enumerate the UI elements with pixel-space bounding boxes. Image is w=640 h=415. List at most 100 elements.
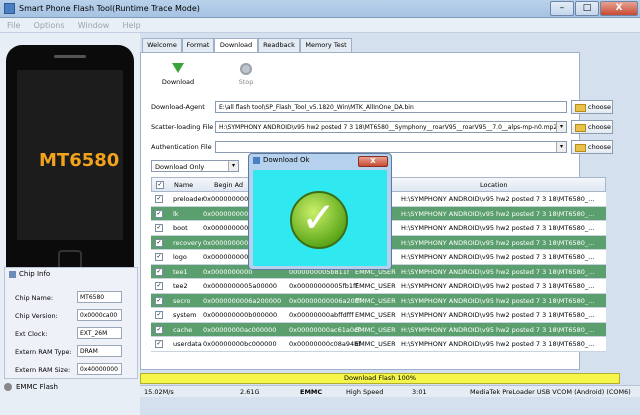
- cell-loc: H:\SYMPHONY ANDROID\v95 hw2 posted 7 3 1…: [401, 224, 595, 232]
- ram-size-value: 0x40000000: [77, 363, 122, 375]
- stop-button[interactable]: Stop: [229, 63, 263, 86]
- dialog-body: ✓: [253, 170, 387, 266]
- tab-memory-test[interactable]: Memory Test: [300, 38, 352, 52]
- cell-name: preloader: [173, 195, 205, 203]
- choose-label: choose: [588, 143, 612, 151]
- table-row[interactable]: ✓ cache 0x00000000ac000000 0x00000000ac61a0…: [151, 322, 606, 337]
- chevron-down-icon[interactable]: ▾: [556, 142, 566, 152]
- chip-info-title: Chip Info: [19, 270, 51, 278]
- ram-type-value: DRAM: [77, 345, 122, 357]
- row-checkbox[interactable]: ✓: [155, 325, 163, 334]
- choose-auth-button[interactable]: choose: [571, 140, 613, 154]
- tab-download[interactable]: Download: [214, 38, 258, 53]
- cell-end: 0x00000000ac61a0cf: [289, 325, 360, 334]
- tab-welcome[interactable]: Welcome: [142, 38, 182, 52]
- choose-label: choose: [588, 103, 612, 111]
- row-checkbox[interactable]: ✓: [155, 209, 163, 218]
- scatter-label: Scatter-loading File: [151, 123, 214, 131]
- stop-icon: [240, 63, 252, 75]
- dialog-close-button[interactable]: X: [358, 156, 388, 167]
- folder-icon: [575, 124, 586, 132]
- cell-loc: H:\SYMPHONY ANDROID\v95 hw2 posted 7 3 1…: [401, 340, 595, 348]
- title-bar: Smart Phone Flash Tool(Runtime Trace Mod…: [0, 0, 640, 18]
- download-mode-select[interactable]: Download Only ▾: [151, 160, 239, 172]
- cell-loc: H:\SYMPHONY ANDROID\v95 hw2 posted 7 3 1…: [401, 209, 595, 218]
- close-button[interactable]: X: [600, 1, 638, 16]
- download-ok-dialog: Download Ok X ✓: [248, 153, 392, 270]
- chip-version-label: Chip Version:: [15, 312, 58, 320]
- status-mode: High Speed: [346, 388, 384, 396]
- row-checkbox[interactable]: ✓: [155, 253, 163, 261]
- table-row[interactable]: ✓ secro 0x0000000006a200000 0x00000000006a2…: [151, 293, 606, 308]
- cell-loc: H:\SYMPHONY ANDROID\v95 hw2 posted 7 3 1…: [401, 267, 595, 276]
- maximize-button[interactable]: □: [575, 1, 599, 16]
- cell-loc: H:\SYMPHONY ANDROID\v95 hw2 posted 7 3 1…: [401, 296, 595, 305]
- ext-clock-label: Ext Clock:: [15, 330, 48, 338]
- menu-options[interactable]: Options: [34, 21, 65, 30]
- cell-name: logo: [173, 253, 187, 261]
- scatter-field[interactable]: H:\SYMPHONY ANDROID\v95 hw2 posted 7 3 1…: [215, 121, 567, 133]
- chip-icon: [9, 270, 16, 278]
- cell-begin: 0x0000000006a200000: [203, 296, 282, 305]
- cell-loc: H:\SYMPHONY ANDROID\v95 hw2 posted 7 3 1…: [401, 253, 595, 261]
- tab-readback[interactable]: Readback: [258, 38, 300, 52]
- table-row[interactable]: ✓ tee2 0x0000000005a00000 0x00000000005fb1f…: [151, 279, 606, 294]
- cell-name: userdata: [173, 340, 202, 348]
- table-row[interactable]: ✓ userdata 0x00000000bc000000 0x00000000c08…: [151, 337, 606, 352]
- chevron-down-icon[interactable]: ▾: [556, 122, 566, 132]
- status-speed: 15.02M/s: [144, 388, 174, 396]
- menu-help[interactable]: Help: [123, 21, 141, 30]
- cell-loc: H:\SYMPHONY ANDROID\v95 hw2 posted 7 3 1…: [401, 195, 595, 203]
- table-row[interactable]: ✓ system 0x000000000b000000 0x00000000abffd…: [151, 308, 606, 323]
- menu-file[interactable]: File: [7, 21, 20, 30]
- cell-begin: 0x0000000000: [203, 224, 253, 232]
- cell-loc: H:\SYMPHONY ANDROID\v95 hw2 posted 7 3 1…: [401, 311, 595, 319]
- cell-name: secro: [173, 296, 191, 305]
- auth-field[interactable]: ▾: [215, 141, 567, 153]
- cell-name: cache: [173, 325, 193, 334]
- chip-name-value: MT6580: [77, 291, 122, 303]
- download-button[interactable]: Download: [161, 63, 195, 86]
- row-checkbox[interactable]: ✓: [155, 195, 163, 203]
- phone-screen: MT6580: [17, 70, 123, 240]
- cell-begin: 0x0000000005a00000: [203, 282, 277, 290]
- row-checkbox[interactable]: ✓: [155, 267, 163, 276]
- download-agent-field[interactable]: E:\all flash tool\SP_Flash_Tool_v5.1820_…: [215, 101, 567, 113]
- row-checkbox[interactable]: ✓: [155, 238, 163, 247]
- folder-icon: [575, 144, 586, 152]
- cell-name: system: [173, 311, 197, 319]
- chip-row: Extern RAM Size: 0x40000000: [15, 363, 135, 375]
- choose-agent-button[interactable]: choose: [571, 100, 613, 114]
- scatter-value: H:\SYMPHONY ANDROID\v95 hw2 posted 7 3 1…: [219, 124, 560, 131]
- cell-begin: 0x0000000000: [203, 209, 253, 218]
- dialog-title-text: Download Ok: [263, 156, 310, 164]
- cell-name: boot: [173, 224, 188, 232]
- minimize-button[interactable]: –: [550, 1, 574, 16]
- row-checkbox[interactable]: ✓: [155, 224, 163, 232]
- chip-name-label: Chip Name:: [15, 294, 54, 302]
- select-all-checkbox[interactable]: ✓: [156, 181, 164, 189]
- download-arrow-icon: [172, 63, 184, 75]
- download-agent-label: Download-Agent: [151, 103, 205, 111]
- app-icon: [4, 3, 15, 14]
- choose-scatter-button[interactable]: choose: [571, 120, 613, 134]
- row-checkbox[interactable]: ✓: [155, 296, 163, 305]
- chevron-down-icon[interactable]: ▾: [228, 161, 238, 171]
- row-checkbox[interactable]: ✓: [155, 340, 163, 348]
- cell-begin: 0x0000000000: [203, 195, 253, 203]
- chip-row: Chip Name: MT6580: [15, 291, 135, 303]
- menu-window[interactable]: Window: [78, 21, 110, 30]
- cell-loc: H:\SYMPHONY ANDROID\v95 hw2 posted 7 3 1…: [401, 325, 595, 334]
- window-title: Smart Phone Flash Tool(Runtime Trace Mod…: [19, 4, 200, 13]
- tab-format[interactable]: Format: [182, 38, 214, 52]
- cell-loc: H:\SYMPHONY ANDROID\v95 hw2 posted 7 3 1…: [401, 282, 595, 290]
- menu-bar: File Options Window Help: [0, 18, 640, 33]
- status-port: MediaTek PreLoader USB VCOM (Android) (C…: [470, 388, 631, 396]
- row-checkbox[interactable]: ✓: [155, 311, 163, 319]
- folder-icon: [575, 104, 586, 112]
- row-checkbox[interactable]: ✓: [155, 282, 163, 290]
- ext-clock-value: EXT_26M: [77, 327, 122, 339]
- col-name: Name: [174, 181, 194, 189]
- ram-type-label: Extern RAM Type:: [15, 348, 72, 356]
- emmc-flash-text: EMMC Flash: [16, 383, 58, 391]
